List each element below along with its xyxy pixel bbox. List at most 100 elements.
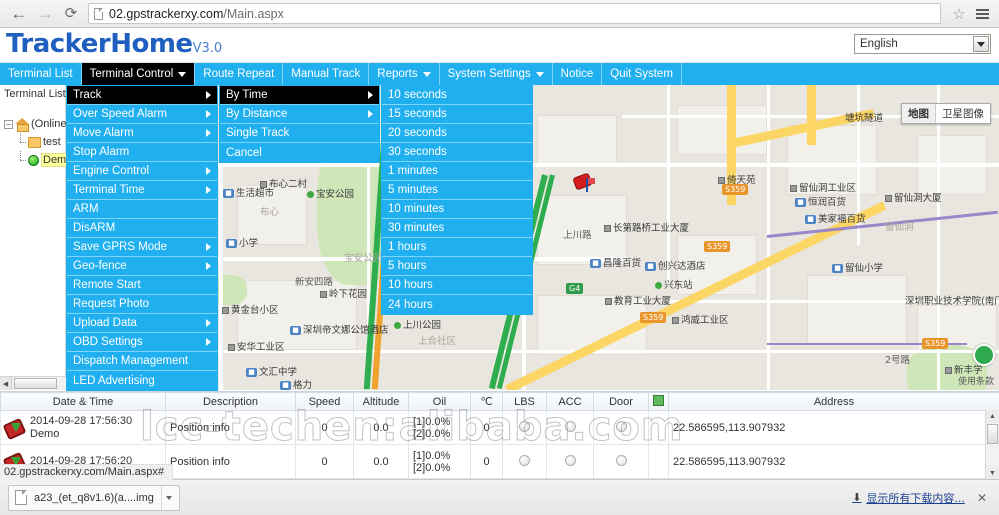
url-input[interactable]: 02.gpstrackerxy.com/Main.aspx: [88, 3, 941, 24]
menu-item-cancel[interactable]: Cancel: [220, 143, 379, 162]
column-header: ACC: [546, 392, 594, 411]
menu-item-24-hours[interactable]: 24 hours: [382, 295, 532, 314]
track-submenu[interactable]: By Time By Distance Single Track Cancel: [219, 85, 380, 163]
map-label-text: 布心二村: [269, 179, 308, 190]
menu-item-5-hours[interactable]: 5 hours: [382, 257, 532, 276]
tree-device-node[interactable]: Demo(: [4, 151, 79, 169]
menu-item-dispatch-management[interactable]: Dispatch Management: [67, 352, 217, 371]
map-label: 黄金台小区: [222, 302, 279, 316]
chevron-down-icon[interactable]: [160, 485, 177, 510]
road-shield: G4: [566, 283, 584, 294]
cell-speed: 0: [295, 444, 354, 479]
map-type-button[interactable]: 卫星图像: [936, 104, 990, 123]
map-type-button[interactable]: 地图: [902, 104, 936, 123]
map-label: 塘坑隧道: [845, 110, 883, 124]
menu-item-5-minutes[interactable]: 5 minutes: [382, 181, 532, 200]
nav-item-quit-system[interactable]: Quit System: [602, 63, 682, 85]
menu-item-track[interactable]: Track: [67, 86, 217, 105]
close-download-bar-icon[interactable]: ✕: [977, 491, 991, 505]
menu-item-label: 24 hours: [388, 298, 433, 311]
nav-item-manual-track[interactable]: Manual Track: [283, 63, 370, 85]
menu-item-save-gprs-mode[interactable]: Save GPRS Mode: [67, 238, 217, 257]
table-vertical-scrollbar[interactable]: ▲ ▼: [985, 410, 999, 479]
menu-item-label: Engine Control: [73, 165, 150, 177]
menu-item-led-advertising[interactable]: LED Advertising: [67, 371, 217, 390]
map-label-text: 塘坑隧道: [845, 113, 884, 124]
menu-item-terminal-time[interactable]: Terminal Time: [67, 181, 217, 200]
menu-item-label: Geo-fence: [73, 260, 127, 272]
scroll-down-icon[interactable]: ▼: [986, 467, 999, 479]
menu-item-30-minutes[interactable]: 30 minutes: [382, 219, 532, 238]
menu-item-10-seconds[interactable]: 10 seconds: [382, 86, 532, 105]
nav-item-notice[interactable]: Notice: [553, 63, 603, 85]
map-type-switch[interactable]: 地图 卫星图像: [901, 103, 991, 124]
tree-group-node[interactable]: test: [4, 133, 65, 151]
map-label: ■ 留仙小学: [832, 260, 883, 274]
map-label: 安华工业区: [228, 339, 285, 353]
map-label-text: 宝安公园: [344, 253, 383, 264]
scrollbar-thumb[interactable]: [987, 424, 998, 444]
tree-root-node[interactable]: – (Online:1: [4, 115, 76, 133]
nav-item-terminal-control[interactable]: Terminal Control: [81, 63, 196, 85]
menu-item-move-alarm[interactable]: Move Alarm: [67, 124, 217, 143]
menu-item-remote-start[interactable]: Remote Start: [67, 276, 217, 295]
cell-temperature: 0: [470, 444, 503, 479]
back-arrow-icon[interactable]: ←: [6, 2, 32, 26]
nav-item-route-repeat[interactable]: Route Repeat: [195, 63, 284, 85]
map-zoom-control[interactable]: [973, 344, 995, 366]
menu-item-upload-data[interactable]: Upload Data: [67, 314, 217, 333]
menu-item-engine-control[interactable]: Engine Control: [67, 162, 217, 181]
map-label: 留仙洞大厦: [885, 190, 942, 204]
menu-item-single-track[interactable]: Single Track: [220, 124, 379, 143]
vehicle-marker[interactable]: [572, 172, 596, 197]
sidebar-horizontal-scrollbar[interactable]: ◀: [0, 376, 66, 390]
menu-item-label: DisARM: [73, 222, 116, 234]
nav-item-reports[interactable]: Reports: [369, 63, 440, 85]
map-label-text: 上合社区: [418, 336, 457, 347]
cell-map-link[interactable]: [648, 410, 669, 445]
reload-icon[interactable]: ⟳: [58, 2, 84, 26]
scroll-left-icon[interactable]: ◀: [0, 377, 12, 390]
menu-item-15-seconds[interactable]: 15 seconds: [382, 105, 532, 124]
scroll-up-icon[interactable]: ▲: [986, 410, 999, 423]
menu-item-by-distance[interactable]: By Distance: [220, 105, 379, 124]
nav-item-system-settings[interactable]: System Settings: [440, 63, 553, 85]
door-status-indicator: [615, 454, 627, 466]
hamburger-menu-icon[interactable]: [971, 8, 993, 19]
menu-item-label: 10 seconds: [388, 89, 447, 101]
menu-item-20-seconds[interactable]: 20 seconds: [382, 124, 532, 143]
forward-arrow-icon[interactable]: →: [32, 2, 58, 26]
menu-item-1-hours[interactable]: 1 hours: [382, 238, 532, 257]
map-label: ■ 昌隆百货: [590, 255, 641, 269]
show-all-downloads-link[interactable]: ⬇ 显示所有下载内容...: [852, 490, 965, 506]
menu-item-arm[interactable]: ARM: [67, 200, 217, 219]
menu-item-stop-alarm[interactable]: Stop Alarm: [67, 143, 217, 162]
url-host: 02.gpstrackerxy.com: [109, 6, 224, 21]
menu-item-10-hours[interactable]: 10 hours: [382, 276, 532, 295]
map-label: ■ 格力: [280, 377, 312, 390]
zoom-circle-icon[interactable]: [973, 344, 995, 366]
map-label: ■ 创兴达酒店: [645, 258, 706, 272]
cell-map-link[interactable]: [648, 444, 669, 479]
menu-item-1-minutes[interactable]: 1 minutes: [382, 162, 532, 181]
table-row[interactable]: 2014-09-28 17:56:30 Demo Position info 0 0.0…: [0, 410, 999, 445]
menu-item-obd-settings[interactable]: OBD Settings: [67, 333, 217, 352]
scrollbar-thumb[interactable]: [14, 378, 57, 389]
nav-item-terminal-list[interactable]: Terminal List: [0, 63, 82, 85]
map-label: ■ 文汇中学: [246, 364, 297, 378]
menu-item-30-seconds[interactable]: 30 seconds: [382, 143, 532, 162]
nav-item-label: System Settings: [447, 68, 531, 80]
menu-item-10-minutes[interactable]: 10 minutes: [382, 200, 532, 219]
star-icon[interactable]: ☆: [947, 5, 971, 23]
menu-item-geo-fence[interactable]: Geo-fence: [67, 257, 217, 276]
download-item[interactable]: a23_(et_q8v1.6)(a....img: [8, 484, 180, 511]
menu-item-by-time[interactable]: By Time: [220, 86, 379, 105]
menu-item-request-photo[interactable]: Request Photo: [67, 295, 217, 314]
map-label: ■ 美家褔百货: [805, 211, 866, 225]
language-select[interactable]: English: [854, 34, 991, 54]
menu-item-over-speed-alarm[interactable]: Over Speed Alarm: [67, 105, 217, 124]
collapse-icon[interactable]: –: [4, 119, 13, 129]
by-time-submenu[interactable]: 10 seconds 15 seconds 20 seconds 30 seconds…: [381, 85, 533, 315]
terminal-control-menu[interactable]: Track Over Speed Alarm Move Alarm Stop Alar…: [66, 85, 218, 391]
menu-item-disarm[interactable]: DisARM: [67, 219, 217, 238]
